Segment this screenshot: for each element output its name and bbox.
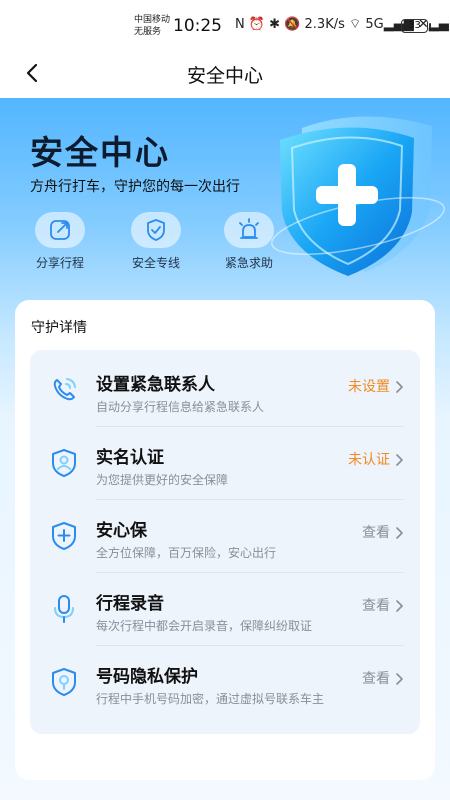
shield-plus-icon: [52, 522, 76, 550]
page-title: 安全中心: [186, 65, 263, 87]
card-title: 守护详情: [31, 320, 87, 336]
quick-action-icon-wrap: [35, 212, 85, 248]
battery-icon: 33: [401, 19, 431, 33]
chevron-right-icon: [396, 527, 403, 539]
chevron-right-icon: [396, 454, 403, 466]
view-link: 查看: [362, 598, 390, 614]
list-item-desc: 自动分享行程信息给紧急联系人: [96, 400, 265, 414]
list-item-desc: 为您提供更好的安全保障: [96, 473, 229, 487]
carrier-info: 中国移动 无服务: [134, 14, 170, 38]
list-item-title: 设置紧急联系人: [96, 375, 215, 395]
list-item-desc: 每次行程中都会开启录音，保障纠纷取证: [96, 619, 313, 633]
list-item-number-privacy[interactable]: 号码隐私保护 行程中手机号码加密，通过虚拟号联系车主 查看: [30, 646, 420, 719]
list-item-title: 实名认证: [96, 448, 164, 468]
chevron-right-icon: [396, 600, 403, 612]
nav-bar: 安全中心: [0, 48, 450, 98]
quick-action-label: 紧急求助: [224, 256, 273, 270]
hero-title: 安全中心: [30, 133, 170, 172]
quick-action-label: 安全专线: [131, 256, 180, 270]
status-badge: 未认证: [348, 452, 390, 468]
list-item-title: 安心保: [96, 521, 147, 541]
view-link: 查看: [362, 671, 390, 687]
list-item-desc: 行程中手机号码加密，通过虚拟号联系车主: [96, 692, 325, 706]
chevron-right-icon: [396, 381, 403, 393]
protection-details-card: 守护详情 设置紧急联系人 自动分享行程信息给紧急联系人 未设置 实名认证 为您提…: [15, 300, 435, 780]
quick-action-label: 分享行程: [35, 256, 84, 270]
list-item-peace-insurance[interactable]: 安心保 全方位保障，百万保险，安心出行 查看: [30, 500, 420, 573]
list-item-desc: 全方位保障，百万保险，安心出行: [96, 546, 277, 560]
id-badge-icon: [52, 449, 76, 477]
quick-action-icon-wrap: [131, 212, 181, 248]
list-item-title: 号码隐私保护: [96, 667, 198, 687]
shield-check-icon: [147, 219, 165, 241]
list-item-emergency-contact[interactable]: 设置紧急联系人 自动分享行程信息给紧急联系人 未设置: [30, 354, 420, 427]
status-bar: 中国移动 无服务 10:25 N ⏰ ✱ 🔕 2.3K/s ⌔ 5G▂▄▆ ✕▂…: [0, 0, 450, 48]
quick-action-safety-line[interactable]: 安全专线: [121, 212, 191, 271]
chevron-right-icon: [396, 673, 403, 685]
view-link: 查看: [362, 525, 390, 541]
phone-icon: [53, 378, 76, 401]
list-item-real-name-auth[interactable]: 实名认证 为您提供更好的安全保障 未认证: [30, 427, 420, 500]
status-badge: 未设置: [348, 379, 390, 395]
list-item-trip-recording[interactable]: 行程录音 每次行程中都会开启录音，保障纠纷取证 查看: [30, 573, 420, 646]
shield-lock-icon: [52, 668, 76, 696]
microphone-icon: [54, 595, 74, 623]
shield-illustration-icon: [271, 116, 445, 276]
share-icon: [50, 220, 70, 240]
quick-action-share-trip[interactable]: 分享行程: [25, 212, 95, 271]
protection-list: 设置紧急联系人 自动分享行程信息给紧急联系人 未设置 实名认证 为您提供更好的安…: [30, 350, 420, 734]
quick-action-icon-wrap: [224, 212, 274, 248]
carrier-service: 无服务: [134, 27, 162, 37]
status-clock: 10:25: [173, 16, 222, 36]
alarm-light-icon: [239, 218, 259, 239]
quick-action-emergency-help[interactable]: 紧急求助: [214, 212, 284, 271]
carrier-name: 中国移动: [134, 15, 171, 25]
hero-subtitle: 方舟行打车，守护您的每一次出行: [30, 179, 240, 195]
list-item-title: 行程录音: [96, 594, 164, 614]
